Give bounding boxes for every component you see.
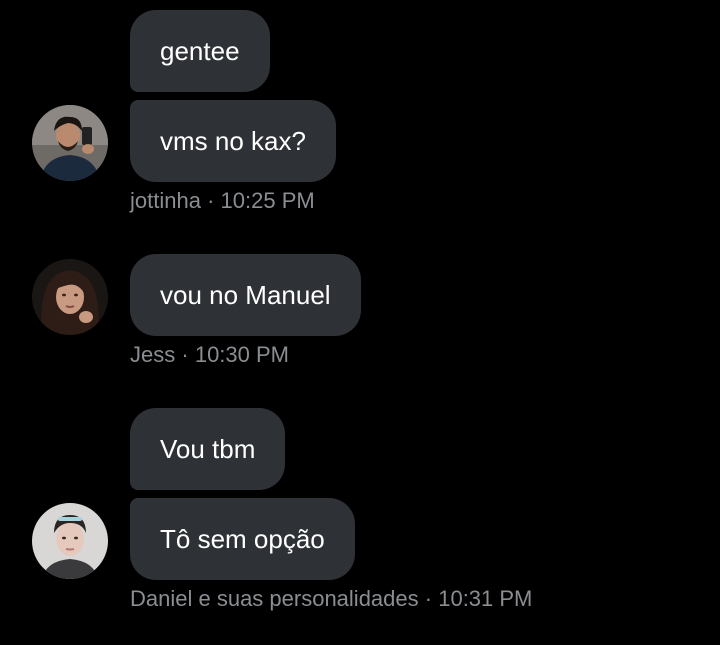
- meta-separator: ·: [181, 342, 189, 367]
- message-meta: Daniel e suas personalidades · 10:31 PM: [130, 586, 532, 612]
- message-text: vou no Manuel: [160, 280, 331, 310]
- message-text: Vou tbm: [160, 434, 256, 464]
- sender-name[interactable]: jottinha: [130, 188, 201, 213]
- meta-separator: ·: [207, 188, 215, 213]
- young-man-portrait-avatar-icon[interactable]: [32, 503, 108, 579]
- sender-name[interactable]: Jess: [130, 342, 175, 367]
- message-bubble[interactable]: gentee: [130, 10, 270, 92]
- message-bubble[interactable]: Vou tbm: [130, 408, 286, 490]
- message-timestamp: 10:25 PM: [220, 188, 315, 213]
- message-meta: jottinha · 10:25 PM: [130, 188, 315, 214]
- message-bubble[interactable]: vou no Manuel: [130, 254, 361, 336]
- woman-dark-hair-avatar-icon[interactable]: [32, 259, 108, 335]
- message-text: Tô sem opção: [160, 524, 325, 554]
- message-meta: Jess · 10:30 PM: [130, 342, 289, 368]
- message-text: vms no kax?: [160, 126, 306, 156]
- message-text: gentee: [160, 36, 240, 66]
- message-bubble[interactable]: Tô sem opção: [130, 498, 355, 580]
- meta-separator: ·: [424, 586, 433, 611]
- man-with-phone-selfie-avatar-icon[interactable]: [32, 105, 108, 181]
- sender-name[interactable]: Daniel e suas personalidades: [130, 586, 419, 611]
- message-timestamp: 10:30 PM: [194, 342, 289, 367]
- message-timestamp: 10:31 PM: [438, 586, 533, 611]
- chat-thread: gentee vms no kax? jottinha · 10:25 PM v…: [0, 0, 720, 645]
- message-bubble[interactable]: vms no kax?: [130, 100, 336, 182]
